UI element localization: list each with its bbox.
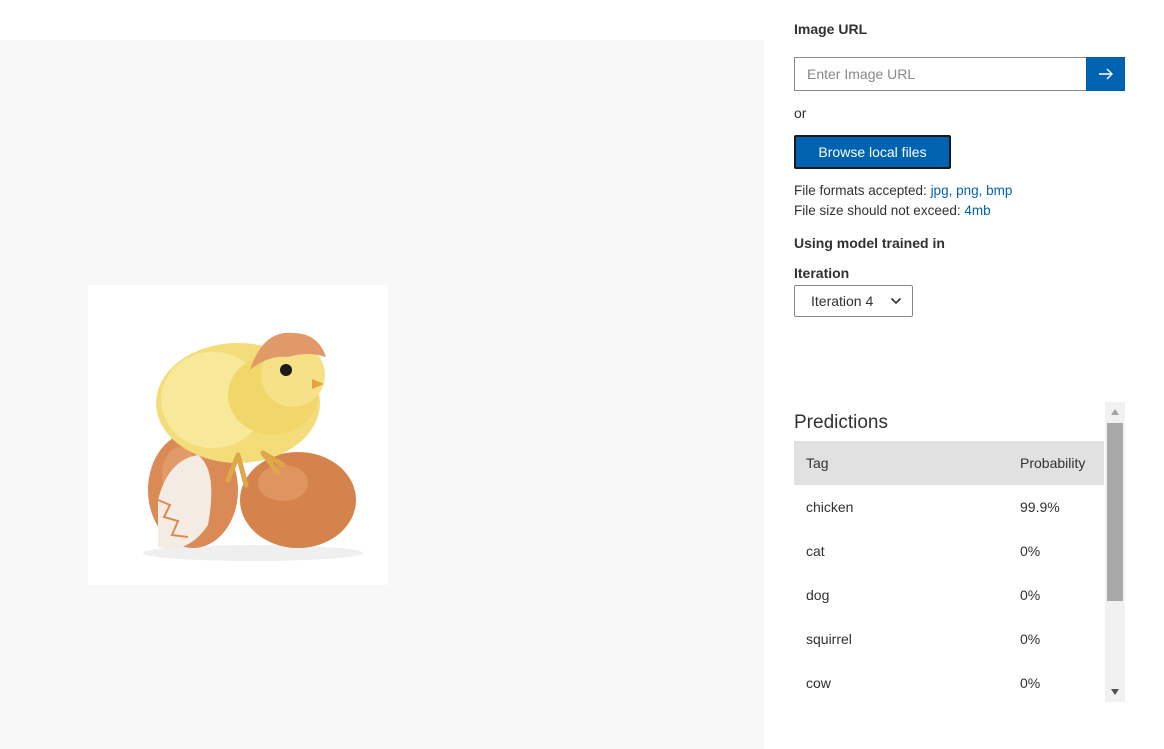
table-row: squirrel 0% <box>794 617 1104 661</box>
probability-cell: 0% <box>1020 543 1041 559</box>
iteration-selected-value: Iteration 4 <box>811 293 874 309</box>
predictions-table: Tag Probability chicken 99.9% cat 0% dog… <box>794 441 1104 705</box>
arrow-right-icon <box>1098 68 1113 80</box>
iteration-label: Iteration <box>794 265 850 281</box>
chevron-down-icon <box>890 297 902 305</box>
probability-cell: 0% <box>1020 675 1041 691</box>
table-row: chicken 99.9% <box>794 485 1104 529</box>
predictions-scrollbar[interactable] <box>1105 402 1125 702</box>
scroll-down-button[interactable] <box>1105 682 1125 702</box>
tag-cell: chicken <box>806 499 854 515</box>
tag-cell: cow <box>806 675 831 691</box>
image-url-label: Image URL <box>794 21 868 37</box>
file-size-label: File size should not exceed: <box>794 203 965 218</box>
file-formats-info: File formats accepted: jpg, png, bmp <box>794 183 1012 198</box>
scrollbar-thumb[interactable] <box>1107 423 1123 601</box>
file-size-value: 4mb <box>964 203 991 218</box>
column-header-tag: Tag <box>794 441 1008 485</box>
preview-image <box>88 285 388 585</box>
table-row: cow 0% <box>794 661 1104 705</box>
probability-cell: 0% <box>1020 587 1041 603</box>
or-text: or <box>794 105 807 121</box>
file-size-info: File size should not exceed: 4mb <box>794 203 991 218</box>
image-url-input[interactable] <box>794 57 1086 91</box>
iteration-dropdown[interactable]: Iteration 4 <box>794 285 913 317</box>
table-row: cat 0% <box>794 529 1104 573</box>
model-heading: Using model trained in <box>794 235 945 251</box>
file-formats-label: File formats accepted: <box>794 183 931 198</box>
tag-cell: squirrel <box>806 631 852 647</box>
column-header-probability: Probability <box>1008 441 1104 485</box>
scroll-up-button[interactable] <box>1105 402 1125 422</box>
triangle-down-icon <box>1111 689 1119 695</box>
probability-cell: 99.9% <box>1020 499 1060 515</box>
predictions-panel: Predictions Tag Probability chicken 99.9… <box>794 402 1125 702</box>
tag-cell: dog <box>806 587 830 603</box>
probability-cell: 0% <box>1020 631 1041 647</box>
table-header-row: Tag Probability <box>794 441 1104 485</box>
triangle-up-icon <box>1111 409 1119 415</box>
browse-local-files-button[interactable]: Browse local files <box>794 135 951 169</box>
image-preview-pane <box>0 40 764 749</box>
file-formats-value: jpg, png, bmp <box>930 183 1013 198</box>
submit-url-button[interactable] <box>1086 57 1125 91</box>
tag-cell: cat <box>806 543 825 559</box>
image-url-row <box>794 57 1125 91</box>
predictions-title: Predictions <box>794 412 888 433</box>
table-row: dog 0% <box>794 573 1104 617</box>
